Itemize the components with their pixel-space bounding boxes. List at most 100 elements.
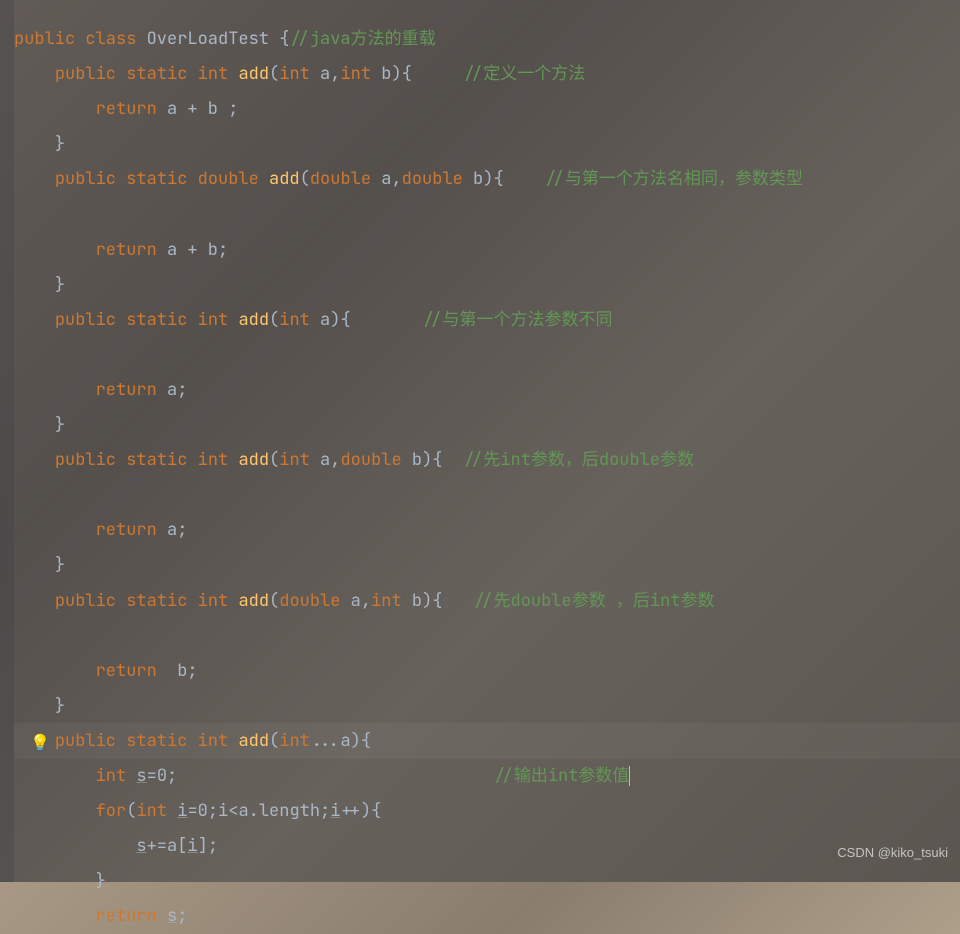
type-int: int (198, 449, 229, 471)
eq: = (147, 765, 157, 787)
param: a (310, 63, 330, 85)
var-i: i (177, 800, 187, 822)
comment: //定义一个方法 (463, 63, 585, 85)
method-add: add (238, 63, 269, 85)
var-i: i (330, 800, 340, 822)
kw-return: return (96, 98, 157, 120)
semi: ; (167, 765, 177, 787)
end: ){ (330, 309, 350, 331)
expr: a; (157, 519, 188, 541)
kw-for: for (96, 800, 127, 822)
kw-public: public (14, 28, 75, 50)
brace: } (55, 274, 65, 296)
op: +=a[ (147, 835, 188, 857)
brace: } (55, 414, 65, 436)
param: a (310, 449, 330, 471)
kw-public: public (55, 63, 116, 85)
comma: , (330, 63, 340, 85)
semi: ; (208, 800, 218, 822)
semi: ; (320, 800, 330, 822)
pp: ++){ (340, 800, 381, 822)
watermark: CSDN @kiko_tsuki (837, 835, 948, 870)
param: a (340, 590, 360, 612)
var-s: s (136, 835, 146, 857)
brace: } (96, 870, 106, 892)
type-int: int (198, 730, 229, 752)
param: b (371, 63, 391, 85)
kw-public: public (55, 449, 116, 471)
param: a (371, 168, 391, 190)
var-s: s (167, 905, 177, 927)
paren: ( (300, 168, 310, 190)
type-double: double (340, 449, 401, 471)
method-add: add (269, 168, 300, 190)
cond: i<a.length (218, 800, 320, 822)
type-double: double (402, 168, 463, 190)
comment: //先int参数，后double参数 (463, 449, 694, 471)
type-double: double (310, 168, 371, 190)
comma: , (361, 590, 371, 612)
brace: } (55, 695, 65, 717)
type-int: int (371, 590, 402, 612)
end: ]; (198, 835, 218, 857)
code-editor[interactable]: public class OverLoadTest {//java方法的重载 p… (14, 22, 803, 934)
paren: ( (126, 800, 136, 822)
expr: a + b; (157, 239, 228, 261)
init: =0 (187, 800, 207, 822)
method-add: add (238, 449, 269, 471)
kw-class: class (85, 28, 136, 50)
comment: //java方法的重载 (289, 28, 435, 50)
expr: b; (157, 660, 198, 682)
var-i: i (187, 835, 197, 857)
type-int: int (279, 309, 310, 331)
paren: ( (269, 309, 279, 331)
kw-return: return (96, 239, 157, 261)
expr: a + b ; (157, 98, 239, 120)
type-int: int (279, 449, 310, 471)
comment: //与第一个方法参数不同 (422, 309, 612, 331)
kw-return: return (96, 660, 157, 682)
kw-static: static (126, 449, 187, 471)
editor-gutter (0, 0, 14, 882)
kw-static: static (126, 730, 187, 752)
comma: , (330, 449, 340, 471)
param: b (402, 590, 422, 612)
paren: ( (269, 590, 279, 612)
paren: ( (269, 449, 279, 471)
param: ...a (310, 730, 351, 752)
end: ){ (422, 590, 442, 612)
kw-static: static (126, 168, 187, 190)
comment: //先double参数 ，后int参数 (473, 590, 714, 612)
type-double: double (279, 590, 340, 612)
expr: a; (157, 379, 188, 401)
kw-return: return (96, 905, 157, 927)
end: ){ (351, 730, 371, 752)
comma: , (391, 168, 401, 190)
brace: } (55, 554, 65, 576)
class-name: OverLoadTest (147, 28, 269, 50)
comment: //与第一个方法名相同，参数类型 (544, 168, 802, 190)
end: ){ (391, 63, 411, 85)
type-int: int (198, 309, 229, 331)
paren: ( (269, 63, 279, 85)
kw-return: return (96, 519, 157, 541)
method-add: add (238, 590, 269, 612)
brace: } (55, 133, 65, 155)
end: ){ (483, 168, 503, 190)
param: b (402, 449, 422, 471)
type-int: int (198, 590, 229, 612)
kw-public: public (55, 590, 116, 612)
type-int: int (279, 63, 310, 85)
val: 0 (157, 765, 167, 787)
brace: { (279, 28, 289, 50)
param: a (310, 309, 330, 331)
kw-public: public (55, 168, 116, 190)
method-add: add (238, 309, 269, 331)
type-int: int (198, 63, 229, 85)
var-s: s (136, 765, 146, 787)
kw-static: static (126, 63, 187, 85)
kw-return: return (96, 379, 157, 401)
type-int: int (96, 765, 127, 787)
text-cursor (629, 766, 630, 786)
type-double: double (198, 168, 259, 190)
